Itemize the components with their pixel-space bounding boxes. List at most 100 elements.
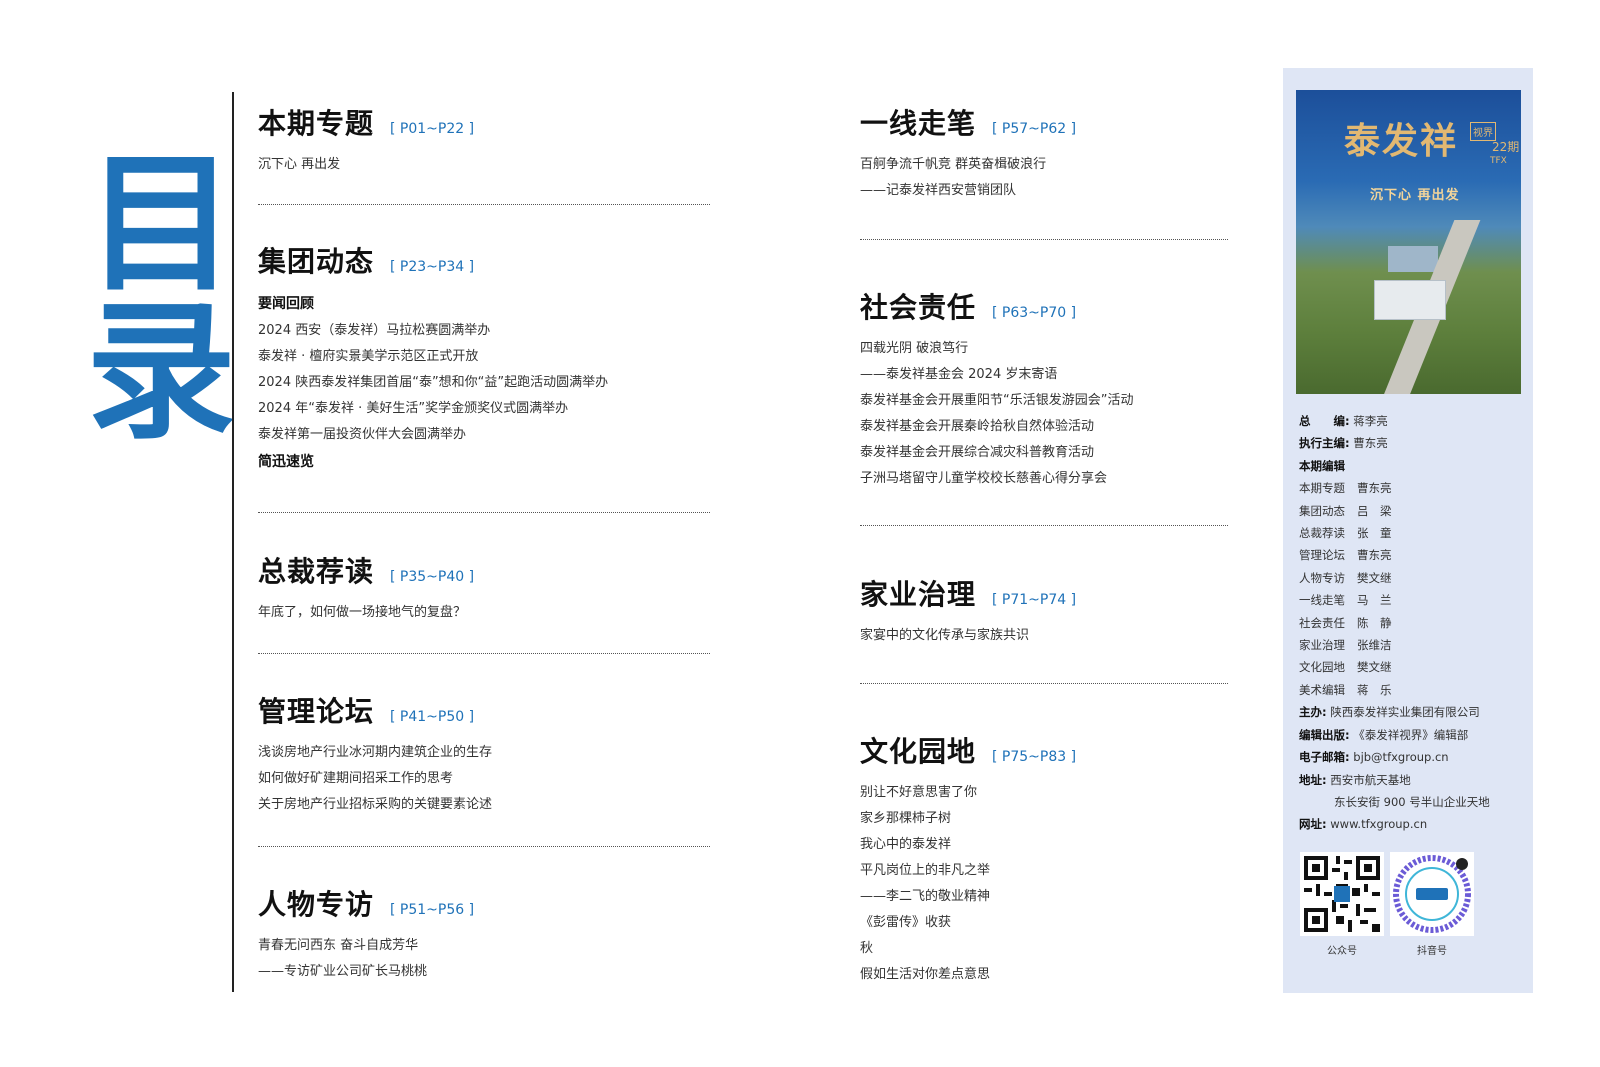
wechat-qr-code[interactable] bbox=[1300, 852, 1384, 936]
article-line[interactable]: 泰发祥 · 檀府实景美学示范区正式开放 bbox=[258, 344, 608, 370]
credit-value: 曹东亮 bbox=[1353, 436, 1388, 451]
page-range: [ P23~P34 ] bbox=[390, 259, 475, 275]
article-line[interactable]: 假如生活对你差点意思 bbox=[860, 962, 1076, 988]
page-range: [ P57~P62 ] bbox=[992, 121, 1077, 137]
section-title: 本期专题 bbox=[258, 107, 375, 140]
article-line[interactable]: 2024 陕西泰发祥集团首届“泰”想和你“益”起跑活动圆满举办 bbox=[258, 370, 608, 396]
editor-dept: 家业治理 bbox=[1299, 638, 1345, 653]
credits-block: 总 编: 蒋李亮 执行主编: 曹东亮 本期编辑 本期专题 曹东亮 集团动态吕 梁 … bbox=[1299, 410, 1524, 836]
section-family-governance[interactable]: 家业治理 [ P71~P74 ] 家宴中的文化传承与家族共识 bbox=[860, 573, 1076, 649]
article-line[interactable]: 2024 年“泰发祥 · 美好生活”奖学金颁奖仪式圆满举办 bbox=[258, 396, 608, 422]
article-line[interactable]: 平凡岗位上的非凡之举 bbox=[860, 858, 1076, 884]
page-range: [ P51~P56 ] bbox=[390, 902, 475, 918]
section-title: 人物专访 bbox=[258, 888, 375, 921]
article-line[interactable]: 《彭雷传》收获 bbox=[860, 910, 1076, 936]
page-range: [ P63~P70 ] bbox=[992, 305, 1077, 321]
editor-name: 吕 梁 bbox=[1357, 503, 1392, 518]
section-title: 管理论坛 bbox=[258, 695, 375, 728]
dotted-separator bbox=[258, 204, 710, 205]
section-title: 文化园地 bbox=[860, 735, 977, 768]
vertical-divider bbox=[232, 92, 234, 992]
toc-title-char-1: 目 bbox=[86, 138, 237, 312]
editor-dept: 文化园地 bbox=[1299, 660, 1345, 675]
article-line[interactable]: 泰发祥基金会开展综合减灾科普教育活动 bbox=[860, 440, 1133, 466]
qr-label: 抖音号 bbox=[1417, 946, 1447, 957]
section-title: 一线走笔 bbox=[860, 107, 977, 140]
section-title: 家业治理 bbox=[860, 578, 977, 611]
credit-label: 本期编辑 bbox=[1299, 458, 1345, 473]
article-line[interactable]: ——李二飞的敬业精神 bbox=[860, 884, 1076, 910]
article-line[interactable]: 四载光阴 破浪笃行 bbox=[860, 336, 1133, 362]
article-line[interactable]: 别让不好意思害了你 bbox=[860, 780, 1076, 806]
credit-label: 电子邮箱: bbox=[1299, 750, 1350, 765]
article-line[interactable]: 秋 bbox=[860, 936, 1076, 962]
credit-label: 执行主编: bbox=[1299, 436, 1350, 451]
article-line[interactable]: 百舸争流千帆竞 群英奋楫破浪行 bbox=[860, 152, 1076, 178]
subheading: 简迅速览 bbox=[258, 454, 314, 470]
section-group-news[interactable]: 集团动态 [ P23~P34 ] 要闻回顾 2024 西安（泰发祥）马拉松赛圆满… bbox=[258, 240, 608, 476]
article-line[interactable]: 年底了，如何做一场接地气的复盘？ bbox=[258, 600, 474, 626]
editor-name: 樊文继 bbox=[1357, 660, 1392, 675]
editor-name: 张维洁 bbox=[1357, 638, 1392, 653]
editor-dept: 总裁荐读 bbox=[1299, 526, 1345, 541]
article-line[interactable]: 浅谈房地产行业冰河期内建筑企业的生存 bbox=[258, 740, 492, 766]
editor-name: 曹东亮 bbox=[1357, 481, 1392, 496]
douyin-qr-code[interactable] bbox=[1390, 852, 1474, 936]
email-link[interactable]: bjb@tfxgroup.cn bbox=[1353, 750, 1448, 764]
editor-dept: 集团动态 bbox=[1299, 503, 1345, 518]
editor-dept: 本期专题 bbox=[1299, 481, 1345, 496]
website-link[interactable]: www.tfxgroup.cn bbox=[1330, 817, 1427, 831]
article-line[interactable]: 家宴中的文化传承与家族共识 bbox=[860, 623, 1076, 649]
dotted-separator bbox=[258, 512, 710, 513]
article-line[interactable]: 家乡那棵柿子树 bbox=[860, 806, 1076, 832]
article-line[interactable]: ——泰发祥基金会 2024 岁末寄语 bbox=[860, 362, 1133, 388]
article-line[interactable]: 沉下心 再出发 bbox=[258, 152, 474, 178]
editor-dept: 美术编辑 bbox=[1299, 682, 1345, 697]
article-line[interactable]: ——专访矿业公司矿长马桃桃 bbox=[258, 959, 474, 985]
page-range: [ P35~P40 ] bbox=[390, 569, 475, 585]
section-title: 集团动态 bbox=[258, 245, 375, 278]
credit-label: 网址: bbox=[1299, 817, 1327, 832]
section-management-forum[interactable]: 管理论坛 [ P41~P50 ] 浅谈房地产行业冰河期内建筑企业的生存 如何做好… bbox=[258, 690, 492, 818]
section-special-topic[interactable]: 本期专题 [ P01~P22 ] 沉下心 再出发 bbox=[258, 102, 474, 178]
credit-label: 地址: bbox=[1299, 772, 1327, 787]
editor-name: 曹东亮 bbox=[1357, 548, 1392, 563]
editor-name: 张 童 bbox=[1357, 526, 1392, 541]
article-line[interactable]: 我心中的泰发祥 bbox=[860, 832, 1076, 858]
section-social-responsibility[interactable]: 社会责任 [ P63~P70 ] 四载光阴 破浪笃行 ——泰发祥基金会 2024… bbox=[860, 286, 1133, 492]
dotted-separator bbox=[258, 846, 710, 847]
dotted-separator bbox=[860, 525, 1228, 526]
qr-label: 公众号 bbox=[1327, 946, 1357, 957]
section-title: 总裁荐读 bbox=[258, 555, 375, 588]
article-line[interactable]: 子洲马塔留守儿童学校校长慈善心得分享会 bbox=[860, 466, 1133, 492]
magazine-cover-image[interactable]: 泰发祥 视界 22期 TFX 沉下心 再出发 bbox=[1296, 90, 1521, 394]
editor-dept: 人物专访 bbox=[1299, 570, 1345, 585]
credit-value: 西安市航天基地 bbox=[1330, 772, 1411, 787]
dotted-separator bbox=[860, 683, 1228, 684]
credit-label: 总 编: bbox=[1299, 414, 1350, 428]
dotted-separator bbox=[860, 239, 1228, 240]
article-line[interactable]: 如何做好矿建期间招采工作的思考 bbox=[258, 766, 492, 792]
cover-tag: TFX bbox=[1490, 156, 1507, 166]
cover-issue: 22期 bbox=[1492, 140, 1520, 154]
section-title: 社会责任 bbox=[860, 291, 977, 324]
credit-value: 蒋李亮 bbox=[1353, 414, 1388, 428]
article-line[interactable]: 关于房地产行业招标采购的关键要素论述 bbox=[258, 792, 492, 818]
page-range: [ P71~P74 ] bbox=[992, 592, 1077, 608]
article-line[interactable]: 泰发祥基金会开展秦岭拾秋自然体验活动 bbox=[860, 414, 1133, 440]
section-culture-garden[interactable]: 文化园地 [ P75~P83 ] 别让不好意思害了你 家乡那棵柿子树 我心中的泰… bbox=[860, 730, 1076, 988]
section-president-recommends[interactable]: 总裁荐读 [ P35~P40 ] 年底了，如何做一场接地气的复盘？ bbox=[258, 550, 474, 626]
page-range: [ P75~P83 ] bbox=[992, 749, 1077, 765]
article-line[interactable]: 2024 西安（泰发祥）马拉松赛圆满举办 bbox=[258, 318, 608, 344]
editor-dept: 管理论坛 bbox=[1299, 548, 1345, 563]
article-line[interactable]: 泰发祥第一届投资伙伴大会圆满举办 bbox=[258, 422, 608, 448]
credit-value: 陕西泰发祥实业集团有限公司 bbox=[1330, 705, 1480, 720]
section-interview[interactable]: 人物专访 [ P51~P56 ] 青春无问西东 奋斗自成芳华 ——专访矿业公司矿… bbox=[258, 883, 474, 985]
subheading: 要闻回顾 bbox=[258, 296, 314, 312]
article-line[interactable]: 青春无问西东 奋斗自成芳华 bbox=[258, 933, 474, 959]
article-line[interactable]: 泰发祥基金会开展重阳节“乐活银发游园会”活动 bbox=[860, 388, 1133, 414]
editor-name: 蒋 乐 bbox=[1357, 682, 1392, 697]
credit-label: 编辑出版: bbox=[1299, 727, 1350, 742]
section-frontline[interactable]: 一线走笔 [ P57~P62 ] 百舸争流千帆竞 群英奋楫破浪行 ——记泰发祥西… bbox=[860, 102, 1076, 204]
article-line[interactable]: ——记泰发祥西安营销团队 bbox=[860, 178, 1076, 204]
